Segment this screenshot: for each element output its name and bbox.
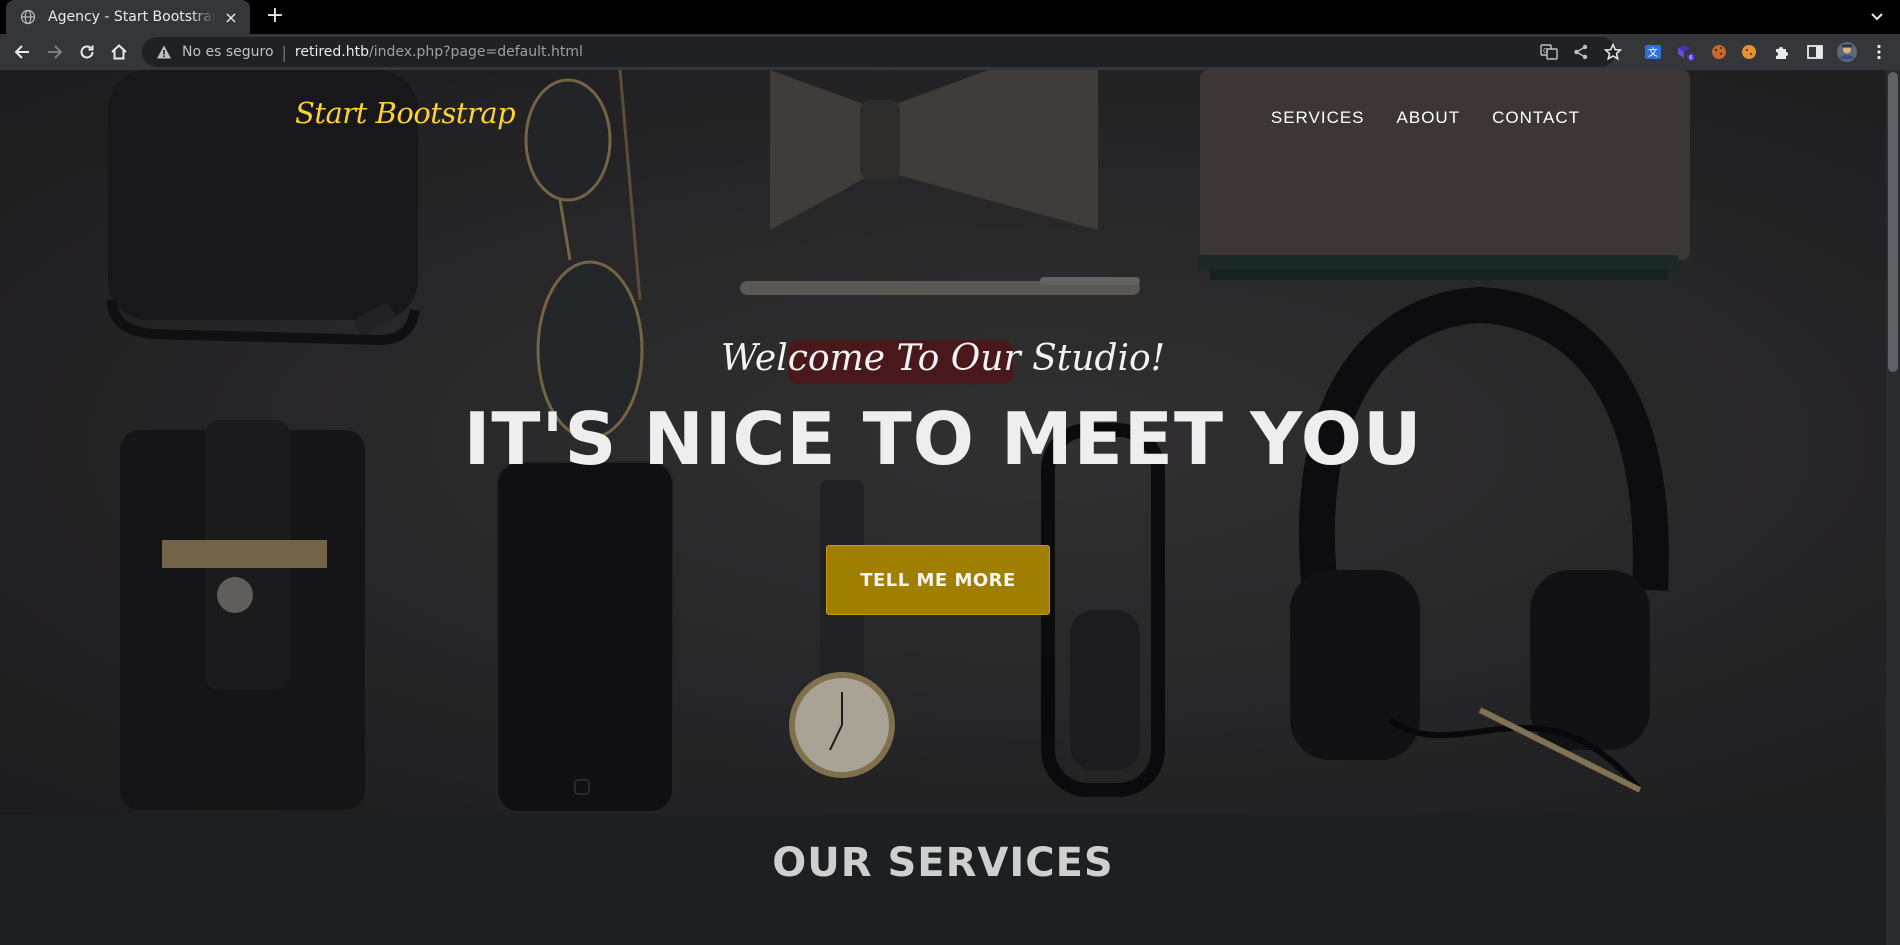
- wappalyzer-extension-icon: 6: [1678, 45, 1695, 62]
- extension-icon: [1776, 47, 1788, 59]
- profile-button[interactable]: [1836, 41, 1858, 63]
- tab-title: Agency - Start Bootstrap Theme: [48, 9, 216, 25]
- hero-subheading: Welcome To Our Studio!: [720, 338, 1166, 379]
- navbar-links: SERVICES ABOUT CONTACT: [1271, 108, 1580, 128]
- nav-link-contact[interactable]: CONTACT: [1492, 108, 1580, 128]
- back-icon: [14, 45, 29, 59]
- new-tab-button[interactable]: +: [262, 4, 288, 30]
- address-bar[interactable]: No es seguro | retired.htb /index.php?pa…: [142, 37, 1622, 67]
- tab-close-icon[interactable]: ×: [222, 8, 240, 27]
- tab-strip: Agency - Start Bootstrap Theme × +: [0, 0, 1900, 34]
- url-separator: |: [281, 42, 287, 62]
- star-icon: [1604, 43, 1622, 61]
- extension-translator[interactable]: 文: [1642, 41, 1664, 63]
- translate-icon: G: [1540, 44, 1558, 60]
- nav-link-about[interactable]: ABOUT: [1397, 108, 1461, 128]
- share-icon: [1574, 44, 1588, 60]
- nav-link-services[interactable]: SERVICES: [1271, 108, 1365, 128]
- translate-button[interactable]: G: [1540, 37, 1558, 67]
- page-scrollbar[interactable]: [1886, 70, 1900, 945]
- cookie-editor-icon: [1742, 45, 1756, 59]
- browser-toolbar: No es seguro | retired.htb /index.php?pa…: [0, 34, 1900, 70]
- extension-cookie-2[interactable]: [1738, 41, 1760, 63]
- extension-wappalyzer[interactable]: 6: [1675, 41, 1697, 63]
- svg-text:文: 文: [1648, 46, 1658, 59]
- forward-button[interactable]: [43, 40, 67, 64]
- forward-icon: [48, 45, 63, 59]
- warning-icon[interactable]: [156, 44, 172, 60]
- cookie-icon: [1712, 45, 1726, 59]
- services-heading: OUR SERVICES: [772, 840, 1114, 886]
- url-path: /index.php?page=default.html: [369, 44, 583, 60]
- url-host: retired.htb: [294, 44, 370, 60]
- bookmark-button[interactable]: [1604, 37, 1622, 67]
- home-button[interactable]: [107, 40, 131, 64]
- svg-text:G: G: [1543, 47, 1548, 55]
- extensions-button[interactable]: [1771, 41, 1793, 63]
- profile-icon: [1837, 42, 1857, 62]
- home-icon: [111, 44, 127, 60]
- menu-icon: [1877, 44, 1881, 60]
- navbar-brand[interactable]: Start Bootstrap: [295, 96, 516, 130]
- hero-section: Start Bootstrap SERVICES ABOUT CONTACT W…: [0, 70, 1886, 815]
- sidebar-icon: [1807, 45, 1823, 59]
- browser-tab[interactable]: Agency - Start Bootstrap Theme ×: [6, 0, 250, 34]
- globe-icon: [20, 9, 36, 25]
- translator-extension-icon: 文: [1645, 45, 1661, 59]
- reload-icon: [80, 45, 94, 59]
- tell-me-more-button[interactable]: TELL ME MORE: [826, 545, 1050, 615]
- hero-heading: IT'S NICE TO MEET YOU: [463, 397, 1423, 481]
- security-label[interactable]: No es seguro: [182, 44, 274, 60]
- scrollbar-thumb[interactable]: [1888, 72, 1898, 372]
- side-panel-button[interactable]: [1804, 41, 1826, 63]
- page-viewport: Start Bootstrap SERVICES ABOUT CONTACT W…: [0, 70, 1886, 945]
- chevron-down-icon[interactable]: [1866, 6, 1888, 28]
- browser-menu-button[interactable]: [1868, 41, 1890, 63]
- reload-button[interactable]: [75, 40, 99, 64]
- extension-badge: 6: [1689, 55, 1693, 62]
- extension-cookie-1[interactable]: [1708, 41, 1730, 63]
- share-button[interactable]: [1572, 37, 1590, 67]
- back-button[interactable]: [10, 40, 34, 64]
